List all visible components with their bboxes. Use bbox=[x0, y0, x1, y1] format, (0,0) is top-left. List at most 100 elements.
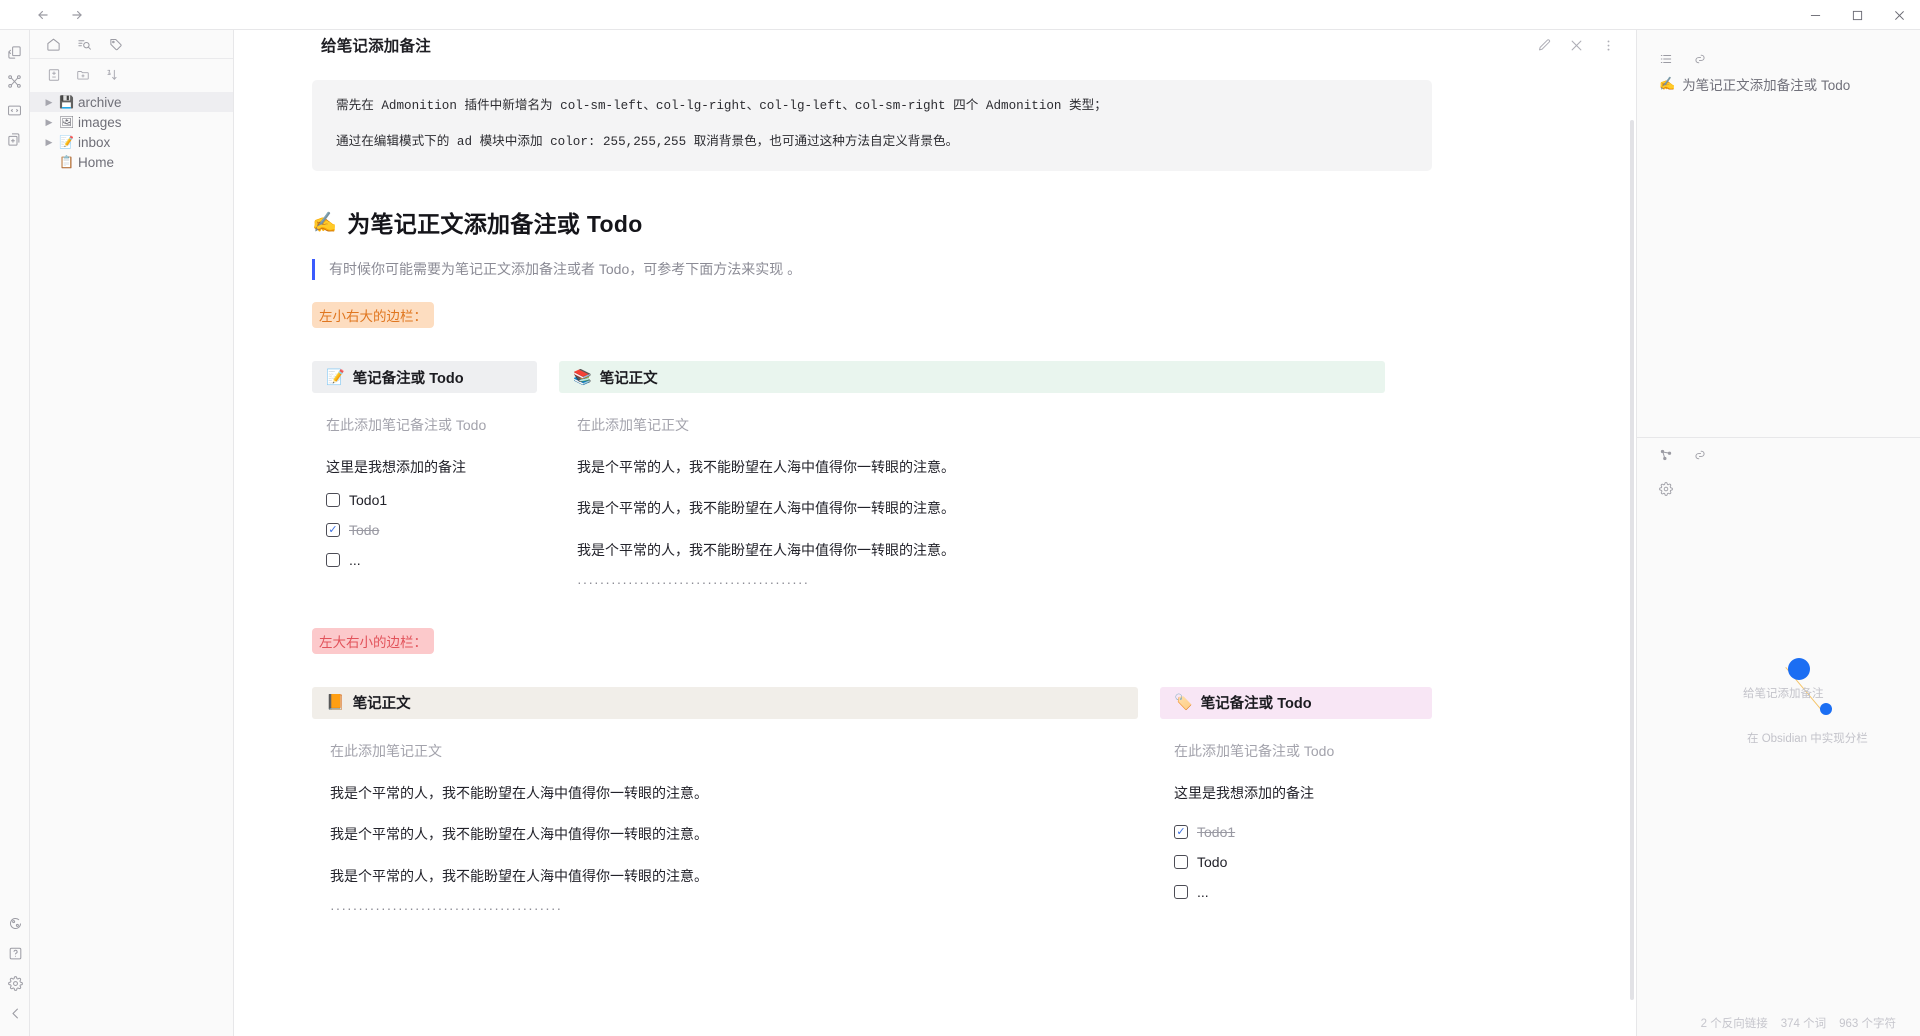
graph-view-icon[interactable] bbox=[2, 68, 28, 94]
section1-left-card-body: 在此添加笔记备注或 Todo 这里是我想添加的备注 Todo1 Todo bbox=[312, 393, 537, 568]
graph-settings-gear-icon[interactable] bbox=[1657, 480, 1675, 498]
backlinks-icon[interactable] bbox=[1691, 50, 1709, 68]
tag-icon[interactable] bbox=[105, 34, 125, 54]
todo-item[interactable]: ... bbox=[1174, 884, 1432, 900]
card-title: 笔记正文 bbox=[599, 370, 658, 387]
file-tree: ▶ 💾 archive ▶ 🖼 images ▶ 📝 inbox ▶ 📋 bbox=[30, 90, 233, 172]
title-bar bbox=[0, 0, 1920, 30]
sort-icon[interactable] bbox=[103, 66, 121, 84]
new-pane-icon[interactable] bbox=[2, 126, 28, 152]
graph-node-secondary[interactable] bbox=[1820, 703, 1832, 715]
orange-book-emoji: 📙 bbox=[326, 693, 345, 712]
outline-item[interactable]: ✍️ 为笔记正文添加备注或 Todo bbox=[1637, 74, 1920, 94]
card-dots-line: ········································… bbox=[577, 573, 810, 590]
graph-node-primary[interactable] bbox=[1788, 658, 1810, 680]
arrow-left-icon[interactable] bbox=[34, 6, 52, 24]
card-placeholder-text: 在此添加笔记备注或 Todo bbox=[326, 417, 487, 434]
todo-item[interactable]: Todo bbox=[326, 522, 537, 538]
todo-item[interactable]: Todo1 bbox=[326, 492, 537, 508]
todo-item[interactable]: Todo1 bbox=[1174, 824, 1432, 840]
more-options-icon[interactable] bbox=[1599, 36, 1617, 54]
highlight-left-small-right-large: 左小右大的边栏： bbox=[312, 302, 434, 329]
chevron-right-icon[interactable]: ▶ bbox=[43, 117, 55, 128]
checkbox-unchecked[interactable] bbox=[1174, 855, 1188, 870]
card-text-line: 这里是我想添加的备注 bbox=[1174, 784, 1314, 801]
new-folder-icon[interactable] bbox=[74, 66, 92, 84]
sync-icon[interactable] bbox=[2, 910, 28, 936]
app-body: ▶ 💾 archive ▶ 🖼 images ▶ 📝 inbox ▶ 📋 bbox=[0, 30, 1920, 1036]
file-explorer-sidebar: ▶ 💾 archive ▶ 🖼 images ▶ 📝 inbox ▶ 📋 bbox=[30, 30, 234, 1036]
todo-item[interactable]: Todo bbox=[1174, 854, 1432, 870]
todo-label: Todo1 bbox=[1197, 824, 1236, 841]
section1-right-card-header: 📚 笔记正文 bbox=[559, 361, 1385, 394]
left-rail-bottom-group bbox=[0, 910, 30, 1030]
checkbox-unchecked[interactable] bbox=[1174, 885, 1188, 900]
minimize-button[interactable] bbox=[1794, 0, 1836, 30]
chevron-right-icon[interactable]: ▶ bbox=[43, 137, 55, 148]
note-content: 需先在 Admonition 插件中新增名为 col-sm-left、col-l… bbox=[234, 60, 1636, 916]
tree-item-label: inbox bbox=[78, 134, 111, 150]
home-icon[interactable] bbox=[43, 34, 63, 54]
page-title: 给笔记添加备注 bbox=[321, 38, 431, 55]
maximize-button[interactable] bbox=[1836, 0, 1878, 30]
checkbox-checked[interactable] bbox=[1174, 825, 1188, 840]
tree-item-label: images bbox=[78, 114, 122, 130]
notebox-line-2: 通过在编辑模式下的 ad 模块中添加 color: 255,255,255 取消… bbox=[336, 134, 959, 149]
card-title: 笔记正文 bbox=[352, 696, 411, 713]
search-icon[interactable] bbox=[74, 34, 94, 54]
open-note-in-new-pane-icon[interactable] bbox=[2, 39, 28, 65]
graph-tab-strip bbox=[1637, 438, 1920, 472]
section1-left-card-header: 📝 笔记备注或 Todo bbox=[312, 361, 537, 394]
editor-header: 给笔记添加备注 bbox=[234, 30, 1636, 60]
arrow-right-icon[interactable] bbox=[68, 6, 86, 24]
status-char-count: 963 个字符 bbox=[1839, 1018, 1896, 1030]
outline-icon[interactable] bbox=[1657, 50, 1675, 68]
section2-columns: 📙 笔记正文 在此添加笔记正文 我是个平常的人，我不能盼望在人海中值得你一转眼的… bbox=[312, 686, 1432, 916]
local-graph-panel: 给笔记添加备注 在 Obsidian 中实现分栏 2 个反向链接 374 个词 … bbox=[1637, 438, 1920, 1036]
tree-item-images[interactable]: ▶ 🖼 images bbox=[30, 112, 233, 132]
editor-action-buttons bbox=[1535, 36, 1636, 54]
checkbox-unchecked[interactable] bbox=[326, 493, 340, 508]
checkbox-checked[interactable] bbox=[326, 523, 340, 538]
tree-item-archive[interactable]: ▶ 💾 archive bbox=[30, 92, 233, 112]
writing-hand-emoji: ✍️ bbox=[1659, 76, 1676, 92]
collapse-sidebar-icon[interactable] bbox=[2, 1000, 28, 1026]
local-graph-icon[interactable] bbox=[1657, 446, 1675, 464]
chevron-right-icon[interactable]: ▶ bbox=[43, 97, 55, 108]
close-icon[interactable] bbox=[1567, 36, 1585, 54]
settings-gear-icon[interactable] bbox=[2, 970, 28, 996]
section1-columns: 📝 笔记备注或 Todo 在此添加笔记备注或 Todo 这里是我想添加的备注 T… bbox=[312, 361, 1432, 590]
source-code-icon[interactable] bbox=[2, 97, 28, 123]
section2-right-card-body: 在此添加笔记备注或 Todo 这里是我想添加的备注 Todo1 Todo bbox=[1160, 719, 1432, 900]
notebox-line-1: 需先在 Admonition 插件中新增名为 col-sm-left、col-l… bbox=[336, 99, 1107, 113]
todo-item[interactable]: ... bbox=[326, 552, 537, 568]
books-emoji: 📚 bbox=[573, 367, 592, 386]
card-text-line: 我是个平常的人，我不能盼望在人海中值得你一转眼的注意。 bbox=[577, 500, 955, 517]
checkbox-unchecked[interactable] bbox=[326, 553, 340, 568]
graph-canvas[interactable]: 给笔记添加备注 在 Obsidian 中实现分栏 bbox=[1637, 498, 1920, 1010]
section1-right-card-body: 在此添加笔记正文 我是个平常的人，我不能盼望在人海中值得你一转眼的注意。 我是个… bbox=[559, 393, 1385, 590]
new-note-icon[interactable] bbox=[45, 66, 63, 84]
backlinks-icon[interactable] bbox=[1691, 446, 1709, 464]
card-text-line: 我是个平常的人，我不能盼望在人海中值得你一转眼的注意。 bbox=[330, 867, 708, 884]
explorer-toolbar bbox=[30, 59, 233, 90]
section2-right-card-header: 🏷️ 笔记备注或 Todo bbox=[1160, 686, 1432, 719]
tree-item-inbox[interactable]: ▶ 📝 inbox bbox=[30, 132, 233, 152]
tree-item-home[interactable]: ▶ 📋 Home bbox=[30, 152, 233, 172]
left-icon-rail bbox=[0, 30, 30, 1036]
admonition-note-box: 需先在 Admonition 插件中新增名为 col-sm-left、col-l… bbox=[312, 80, 1432, 172]
todo-label: ... bbox=[349, 552, 361, 569]
window-controls bbox=[1794, 0, 1920, 30]
graph-node-label: 在 Obsidian 中实现分栏 bbox=[1747, 733, 1868, 745]
tree-item-label: archive bbox=[78, 94, 122, 110]
help-icon[interactable] bbox=[2, 940, 28, 966]
editor-scroll-area[interactable]: 需先在 Admonition 插件中新增名为 col-sm-left、col-l… bbox=[234, 60, 1636, 1036]
todo-label: Todo bbox=[1197, 854, 1228, 871]
close-button[interactable] bbox=[1878, 0, 1920, 30]
card-text-line: 这里是我想添加的备注 bbox=[326, 459, 466, 476]
edit-pencil-icon[interactable] bbox=[1535, 36, 1553, 54]
card-title: 笔记备注或 Todo bbox=[352, 370, 464, 387]
section1-tag-wrapper: 左小右大的边栏： bbox=[312, 302, 1432, 329]
editor-scrollbar[interactable] bbox=[1630, 120, 1634, 1000]
